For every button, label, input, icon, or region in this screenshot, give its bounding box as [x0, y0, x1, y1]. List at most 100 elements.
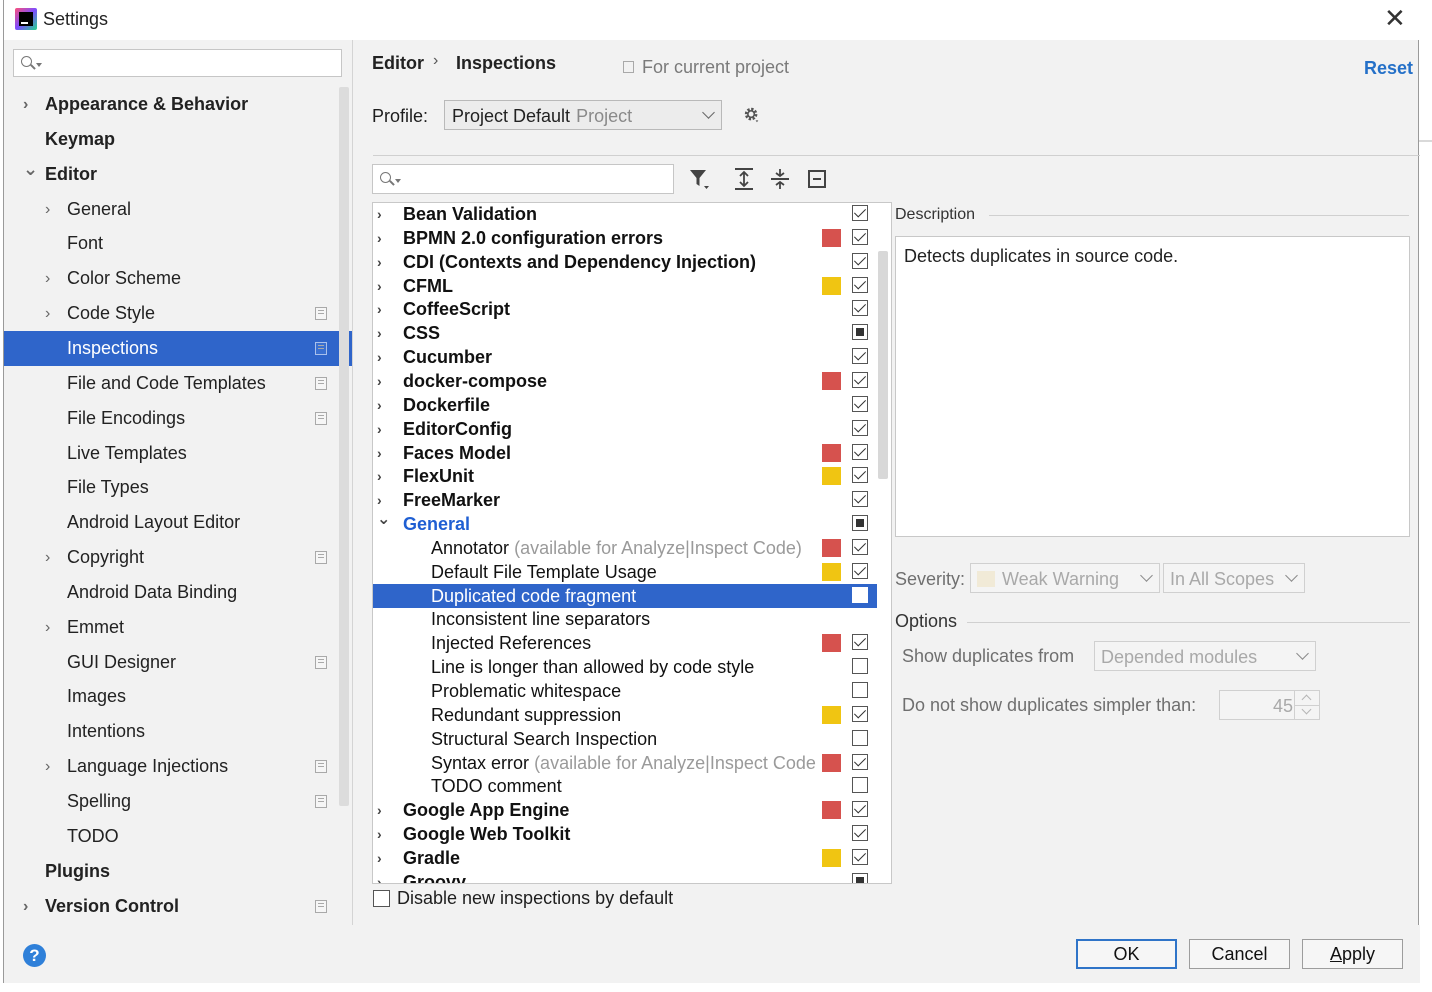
chevron-right-icon[interactable]: ›: [23, 87, 28, 122]
inspection-row[interactable]: Injected References: [373, 631, 877, 655]
chevron-right-icon[interactable]: ›: [377, 250, 382, 274]
inspection-row[interactable]: Syntax error (available for Analyze|Insp…: [373, 751, 877, 775]
inspection-group-row[interactable]: › Dockerfile: [373, 393, 877, 417]
inspection-group-row[interactable]: › Bean Validation: [373, 203, 877, 226]
cancel-button[interactable]: Cancel: [1189, 939, 1290, 969]
disable-new-inspections-checkbox[interactable]: [373, 890, 390, 907]
inspection-enabled-checkbox[interactable]: [852, 515, 868, 532]
close-icon[interactable]: ✕: [1384, 3, 1406, 33]
inspection-row[interactable]: TODO comment: [373, 774, 877, 798]
sidebar-item[interactable]: Intentions: [4, 714, 352, 749]
settings-search-input[interactable]: [13, 49, 342, 77]
apply-button[interactable]: Apply: [1302, 939, 1403, 969]
sidebar-item[interactable]: Font: [4, 226, 352, 261]
inspection-enabled-checkbox[interactable]: [852, 443, 868, 460]
inspection-row[interactable]: Annotator (available for Analyze|Inspect…: [373, 536, 877, 560]
sidebar-item[interactable]: › General: [4, 192, 352, 227]
inspection-group-row[interactable]: › Cucumber: [373, 345, 877, 369]
inspection-group-row[interactable]: › EditorConfig: [373, 417, 877, 441]
collapse-all-icon[interactable]: [767, 166, 793, 192]
sidebar-item[interactable]: › Appearance & Behavior: [4, 87, 352, 122]
inspection-row[interactable]: Default File Template Usage: [373, 560, 877, 584]
chevron-right-icon[interactable]: ›: [377, 822, 382, 846]
sidebar-item[interactable]: File and Code Templates: [4, 366, 352, 401]
inspection-row[interactable]: Inconsistent line separators: [373, 607, 877, 631]
sidebar-item[interactable]: Live Templates: [4, 436, 352, 471]
sidebar-item[interactable]: File Types: [4, 470, 352, 505]
chevron-right-icon[interactable]: ›: [45, 296, 50, 331]
inspection-enabled-checkbox[interactable]: [852, 777, 868, 794]
show-duplicates-from-dropdown[interactable]: Depended modules: [1094, 641, 1316, 671]
inspection-group-row[interactable]: › CDI (Contexts and Dependency Injection): [373, 250, 877, 274]
spinner-down-icon[interactable]: [1294, 704, 1319, 719]
help-icon[interactable]: ?: [23, 944, 46, 967]
severity-dropdown[interactable]: Weak Warning: [970, 563, 1160, 593]
chevron-right-icon[interactable]: ›: [377, 203, 382, 226]
inspection-enabled-checkbox[interactable]: [852, 324, 868, 341]
inspection-enabled-checkbox[interactable]: [852, 491, 868, 508]
inspection-enabled-checkbox[interactable]: [852, 658, 868, 675]
sidebar-item[interactable]: File Encodings: [4, 401, 352, 436]
chevron-right-icon[interactable]: ›: [45, 749, 50, 784]
chevron-right-icon[interactable]: ›: [377, 417, 382, 441]
inspection-group-row[interactable]: › Faces Model: [373, 441, 877, 465]
filter-icon[interactable]: [687, 166, 713, 192]
inspection-enabled-checkbox[interactable]: [852, 348, 868, 365]
reset-link[interactable]: Reset: [1364, 58, 1413, 79]
breadcrumb-editor[interactable]: Editor: [372, 53, 424, 74]
gear-icon[interactable]: [743, 106, 761, 124]
chevron-right-icon[interactable]: ›: [45, 261, 50, 296]
chevron-down-icon[interactable]: ⌄: [377, 508, 390, 532]
inspection-enabled-checkbox[interactable]: [852, 371, 868, 388]
sidebar-item[interactable]: › Color Scheme: [4, 261, 352, 296]
inspection-row[interactable]: Redundant suppression: [373, 703, 877, 727]
chevron-right-icon[interactable]: ›: [377, 798, 382, 822]
inspection-enabled-checkbox[interactable]: [852, 705, 868, 722]
sidebar-item[interactable]: › Emmet: [4, 610, 352, 645]
sidebar-item[interactable]: › Version Control: [4, 889, 352, 924]
simpler-than-spinner[interactable]: 45: [1219, 690, 1320, 720]
chevron-right-icon[interactable]: ›: [45, 192, 50, 227]
chevron-right-icon[interactable]: ›: [377, 393, 382, 417]
inspection-enabled-checkbox[interactable]: [852, 801, 868, 818]
inspection-group-row[interactable]: ⌄ General: [373, 511, 877, 536]
chevron-right-icon[interactable]: ›: [377, 274, 382, 298]
inspection-enabled-checkbox[interactable]: [852, 634, 868, 651]
inspection-row[interactable]: Line is longer than allowed by code styl…: [373, 655, 877, 679]
ok-button[interactable]: OK: [1076, 939, 1177, 969]
inspections-search-input[interactable]: [372, 164, 674, 194]
inspection-enabled-checkbox[interactable]: [852, 300, 868, 317]
chevron-right-icon[interactable]: ›: [377, 345, 382, 369]
inspection-enabled-checkbox[interactable]: [852, 467, 868, 484]
inspection-enabled-checkbox[interactable]: [852, 753, 868, 770]
reset-to-default-icon[interactable]: [804, 166, 830, 192]
chevron-right-icon[interactable]: ›: [377, 321, 382, 345]
chevron-right-icon[interactable]: ›: [377, 441, 382, 465]
inspection-enabled-checkbox[interactable]: [852, 872, 868, 883]
chevron-down-icon[interactable]: ⌄: [23, 152, 38, 187]
chevron-right-icon[interactable]: ›: [45, 540, 50, 575]
inspection-enabled-checkbox[interactable]: [852, 825, 868, 842]
inspection-enabled-checkbox[interactable]: [852, 848, 868, 865]
inspection-group-row[interactable]: › Gradle: [373, 846, 877, 870]
inspection-enabled-checkbox[interactable]: [852, 276, 868, 293]
inspection-enabled-checkbox[interactable]: [852, 419, 868, 436]
inspection-enabled-checkbox[interactable]: [852, 252, 868, 269]
inspection-enabled-checkbox[interactable]: [852, 538, 868, 555]
inspection-group-row[interactable]: › BPMN 2.0 configuration errors: [373, 226, 877, 250]
inspection-group-row[interactable]: › CoffeeScript: [373, 297, 877, 321]
chevron-right-icon[interactable]: ›: [45, 610, 50, 645]
expand-all-icon[interactable]: [731, 166, 757, 192]
inspection-group-row[interactable]: › Groovy: [373, 870, 877, 883]
inspection-group-row[interactable]: › CSS: [373, 321, 877, 345]
profile-dropdown[interactable]: Project Default Project: [444, 100, 722, 130]
sidebar-item[interactable]: › Code Style: [4, 296, 352, 331]
chevron-right-icon[interactable]: ›: [377, 226, 382, 250]
chevron-right-icon[interactable]: ›: [377, 870, 382, 883]
sidebar-item[interactable]: Android Layout Editor: [4, 505, 352, 540]
inspection-row[interactable]: Problematic whitespace: [373, 679, 877, 703]
inspection-group-row[interactable]: › FreeMarker: [373, 488, 877, 512]
scope-dropdown[interactable]: In All Scopes: [1163, 563, 1305, 593]
inspection-group-row[interactable]: › Google App Engine: [373, 798, 877, 822]
sidebar-scrollbar[interactable]: [339, 87, 349, 806]
